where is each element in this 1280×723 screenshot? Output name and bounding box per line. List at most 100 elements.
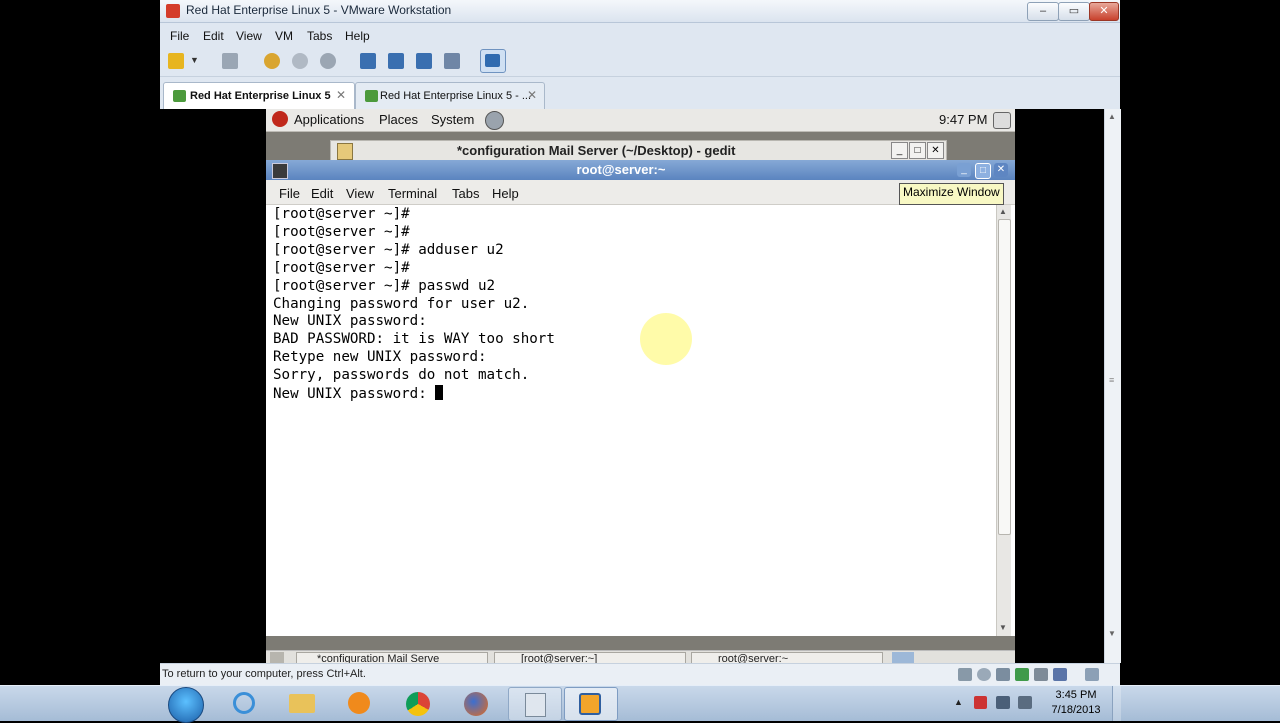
cursor-highlight	[640, 313, 692, 365]
show-desktop-button[interactable]	[1112, 686, 1121, 721]
show-hidden-icons[interactable]: ▲	[954, 697, 963, 707]
menu-tabs[interactable]: Tabs	[307, 29, 332, 43]
volume-icon[interactable]	[993, 112, 1011, 129]
network-globe-icon[interactable]	[485, 111, 504, 130]
tab-label: Red Hat Enterprise Linux 5 - ...	[380, 90, 532, 102]
taskbar-terminal-1[interactable]: [root@server:~]	[494, 652, 686, 663]
fullscreen-icon[interactable]	[416, 53, 432, 69]
snapshot-manager-icon[interactable]	[320, 53, 336, 69]
printer-icon[interactable]	[1034, 668, 1048, 681]
network-adapter-icon[interactable]	[1015, 668, 1029, 681]
harddisk-icon[interactable]	[958, 668, 972, 681]
vmware-app-icon	[166, 4, 180, 18]
thumbnail-bar-icon[interactable]	[388, 53, 404, 69]
taskbar-vmware[interactable]	[564, 687, 618, 721]
cdrom-icon[interactable]	[977, 668, 991, 681]
minimize-button[interactable]: –	[1027, 2, 1059, 21]
terminal-menu-edit[interactable]: Edit	[311, 186, 333, 201]
taskbar-calculator[interactable]	[508, 687, 562, 721]
close-button[interactable]: ✕	[1089, 2, 1119, 21]
terminal-maximize-button[interactable]: □	[975, 163, 991, 179]
restore-button[interactable]: ▭	[1058, 2, 1090, 21]
vmware-statusbar: To return to your computer, press Ctrl+A…	[160, 663, 1120, 686]
internet-explorer-icon	[233, 692, 255, 714]
terminal-menu-tabs[interactable]: Tabs	[452, 186, 479, 201]
terminal-close-button[interactable]: ✕	[994, 163, 1008, 177]
action-center-icon[interactable]	[974, 696, 987, 709]
start-button[interactable]	[168, 687, 204, 723]
window-title: Red Hat Enterprise Linux 5 - VMware Work…	[186, 3, 452, 17]
scroll-grip-icon[interactable]: ≡	[1109, 375, 1114, 385]
taskbar-chrome[interactable]	[392, 687, 444, 719]
menu-vm[interactable]: VM	[275, 29, 293, 43]
guest-desktop[interactable]: Applications Places System 9:47 PM *conf…	[266, 109, 1015, 663]
terminal-line: [root@server ~]# adduser u2	[273, 241, 504, 258]
panel-clock[interactable]: 9:47 PM	[939, 112, 987, 127]
network-icon[interactable]	[996, 696, 1010, 709]
taskbar-gedit[interactable]: *configuration Mail Serve	[296, 652, 488, 663]
show-desktop-icon[interactable]	[270, 652, 284, 663]
scrollbar-thumb[interactable]	[998, 219, 1011, 535]
volume-icon[interactable]	[1018, 696, 1032, 709]
applications-menu[interactable]: Applications	[294, 112, 364, 127]
terminal-menu-file[interactable]: File	[279, 186, 300, 201]
taskbar-firefox[interactable]	[450, 687, 502, 719]
terminal-minimize-button[interactable]: _	[957, 163, 971, 177]
gedit-maximize-button[interactable]: □	[909, 142, 926, 159]
menu-view[interactable]: View	[236, 29, 262, 43]
clock-time[interactable]: 3:45 PM	[1046, 689, 1106, 701]
terminal-line: Changing password for user u2.	[273, 295, 530, 312]
scroll-down-icon[interactable]: ▼	[999, 623, 1007, 632]
gedit-title: *configuration Mail Server (~/Desktop) -…	[457, 143, 736, 158]
message-log-icon[interactable]	[1085, 668, 1099, 681]
gedit-close-button[interactable]: ✕	[927, 142, 944, 159]
workspace-switcher[interactable]	[892, 652, 914, 663]
console-view-button[interactable]	[480, 49, 506, 73]
revert-snapshot-icon[interactable]	[292, 53, 308, 69]
scroll-up-icon[interactable]: ▲	[1108, 112, 1116, 121]
menu-edit[interactable]: Edit	[203, 29, 224, 43]
tab-close-icon[interactable]: ✕	[336, 88, 346, 102]
snapshot-icon[interactable]	[264, 53, 280, 69]
vm-icon	[173, 90, 186, 102]
usb-icon[interactable]	[1053, 668, 1067, 681]
gnome-top-panel: Applications Places System 9:47 PM	[266, 109, 1015, 132]
maximize-tooltip: Maximize Window	[899, 183, 1004, 205]
taskbar-media-player[interactable]	[334, 687, 386, 719]
system-menu[interactable]: System	[431, 112, 474, 127]
places-menu[interactable]: Places	[379, 112, 418, 127]
gedit-window-titlebar[interactable]: *configuration Mail Server (~/Desktop) -…	[330, 140, 947, 162]
terminal-scrollbar[interactable]: ▲ ▼	[996, 205, 1011, 636]
terminal-menu-terminal[interactable]: Terminal	[388, 186, 437, 201]
clock-date[interactable]: 7/18/2013	[1046, 704, 1106, 716]
taskbar-label: root@server:~	[718, 653, 789, 663]
scroll-up-icon[interactable]: ▲	[999, 207, 1007, 216]
terminal-line: [root@server ~]#	[273, 206, 410, 222]
terminal-menu-view[interactable]: View	[346, 186, 374, 201]
tab-rhel5-second[interactable]: Red Hat Enterprise Linux 5 - ... ✕	[355, 82, 545, 109]
terminal-titlebar[interactable]: root@server:~ _ □ ✕	[266, 160, 1015, 180]
tab-rhel5-active[interactable]: Red Hat Enterprise Linux 5 ✕	[163, 82, 355, 109]
pause-icon[interactable]	[168, 53, 184, 69]
sidebar-icon[interactable]	[360, 53, 376, 69]
unity-icon[interactable]	[444, 53, 460, 69]
redhat-icon[interactable]	[272, 111, 288, 127]
chevron-down-icon[interactable]: ▼	[190, 55, 199, 65]
menu-file[interactable]: File	[170, 29, 189, 43]
taskbar-explorer[interactable]	[276, 687, 328, 719]
taskbar-ie[interactable]	[218, 687, 270, 719]
scroll-down-icon[interactable]: ▼	[1108, 629, 1116, 638]
tab-close-icon[interactable]: ✕	[527, 88, 537, 102]
floppy-icon[interactable]	[996, 668, 1010, 681]
terminal-window[interactable]: root@server:~ _ □ ✕ File Edit View Termi…	[266, 160, 1015, 636]
gedit-minimize-button[interactable]: _	[891, 142, 908, 159]
vm-console[interactable]: Applications Places System 9:47 PM *conf…	[160, 109, 1104, 663]
terminal-prompt-line: New UNIX password:	[273, 385, 555, 404]
terminal-output[interactable]: [root@server ~]# [root@server ~]# [root@se…	[273, 206, 555, 404]
status-text: To return to your computer, press Ctrl+A…	[162, 668, 366, 680]
vm-console-scrollbar[interactable]: ▲ ≡ ▼	[1104, 109, 1121, 663]
terminal-menu-help[interactable]: Help	[492, 186, 519, 201]
menu-help[interactable]: Help	[345, 29, 370, 43]
send-keys-icon[interactable]	[222, 53, 238, 69]
taskbar-terminal-2[interactable]: root@server:~	[691, 652, 883, 663]
